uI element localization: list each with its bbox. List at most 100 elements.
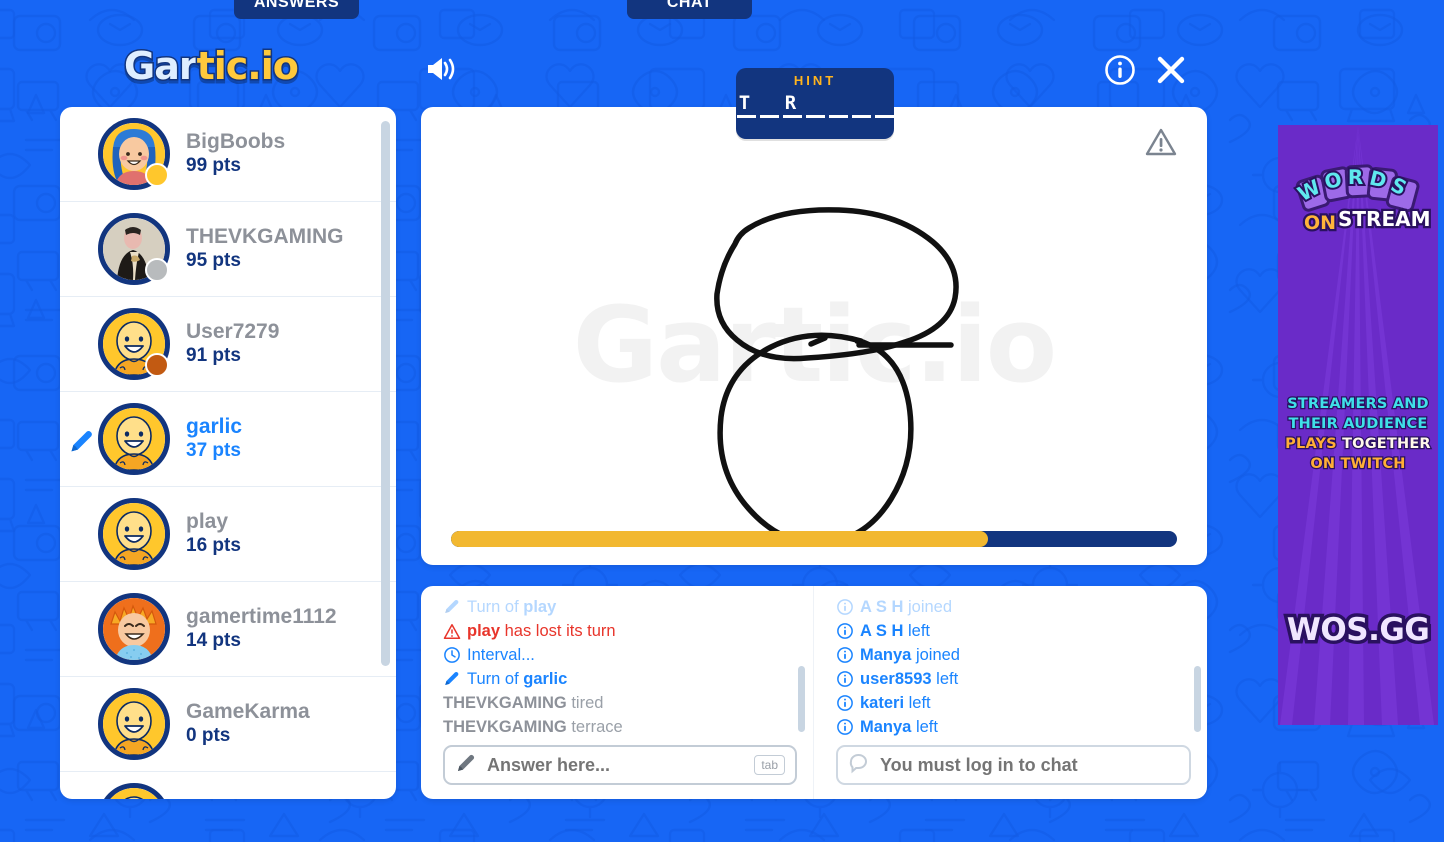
player-info: BigBoobs 99 pts [186,130,285,178]
info-icon [836,622,854,640]
player-name: User7279 [186,320,280,343]
answers-scrollbar-thumb[interactable] [798,666,805,732]
player-score: 91 pts [186,345,241,366]
tab-answers[interactable]: ANSWERS [234,0,359,19]
answer-message-text: play has lost its turn [467,622,616,640]
answer-message: Turn of garlic [443,667,797,691]
answer-message-text: THEVKGAMING tired [443,694,604,712]
answer-message-text: Interval... [467,646,535,664]
player-list-panel: BigBoobs 99 pts THEVKGAMING 95 pts User727… [60,107,396,799]
hint-slot-2 [759,92,779,118]
player-row[interactable]: gamertime1112 14 pts [60,582,396,677]
avatar [98,688,170,760]
ad-logo: WORDS ON STREAM [1278,147,1438,244]
answer-message-text: THEVKGAMING terrace [443,718,623,736]
pencil-icon [455,752,477,779]
player-list: BigBoobs 99 pts THEVKGAMING 95 pts User727… [60,107,396,799]
answers-message-list: Turn of play play has lost its turn Inte… [443,595,797,739]
player-name: THEVKGAMING [186,225,344,248]
player-info: GameKarma 0 pts [186,700,310,748]
ad-url[interactable]: WOS.GG [1278,609,1438,652]
chat-message: user8593 left [836,667,1191,691]
player-row[interactable]: GameKarma 0 pts [60,677,396,772]
logo-text-secondary: tic.io [195,43,300,90]
answer-message-text: Turn of play [467,598,557,616]
avatar [98,783,170,799]
player-name: GameKarma [186,700,310,723]
avatar [98,308,170,380]
bottom-panel: Turn of play play has lost its turn Inte… [421,586,1207,799]
chat-scrollbar-thumb[interactable] [1194,666,1201,732]
player-row-partial[interactable] [60,772,396,799]
player-name: garlic [186,415,243,438]
answer-input[interactable] [487,754,745,776]
info-icon [836,670,854,688]
player-row[interactable]: User7279 91 pts [60,297,396,392]
answer-message: Turn of play [443,595,797,619]
avatar-image [103,408,165,470]
info-circle-icon[interactable] [1104,54,1136,91]
ad-banner[interactable]: WORDS ON STREAM STREAMERS AND THEIR AUDI… [1278,125,1438,725]
pencil-icon [443,670,461,688]
chat-message: kateri left [836,691,1191,715]
player-row[interactable]: garlic 37 pts [60,392,396,487]
player-info: play 16 pts [186,510,241,558]
hint-slot-1: T [736,92,756,118]
logo-text-primary: Gar [123,43,200,90]
player-name: play [186,510,229,533]
ad-tagline-line2: THEIR AUDIENCE [1287,415,1428,434]
chat-message: A S H joined [836,595,1191,619]
avatar-image [103,693,165,755]
player-score: 37 pts [186,440,241,461]
avatar [98,498,170,570]
player-row[interactable]: THEVKGAMING 95 pts [60,202,396,297]
chat-message-list: A S H joined A S H left Manya joined use… [836,595,1191,739]
avatar-image [103,503,165,565]
avatar [98,118,170,190]
close-x-icon[interactable] [1154,54,1188,91]
drawing-canvas-panel[interactable]: Gartic.io [421,107,1207,565]
hint-slot-3: R [782,92,802,118]
avatar-image [103,598,165,660]
hint-slot-4 [805,92,825,118]
ad-logo-on: ON [1304,212,1336,234]
player-name: BigBoobs [186,130,286,153]
info-icon [836,598,854,616]
drawer-pencil-icon [68,428,96,456]
answer-message: THEVKGAMING tired [443,691,797,715]
player-score: 0 pts [186,725,231,746]
answer-message: play has lost its turn [443,619,797,643]
player-score: 99 pts [186,155,241,176]
chat-message-text: kateri left [860,694,931,712]
chat-bubble-icon [848,752,870,779]
player-info: THEVKGAMING 95 pts [186,225,344,273]
chat-message-text: Manya left [860,718,938,736]
info-icon [836,718,854,736]
player-row[interactable]: play 16 pts [60,487,396,582]
hint-box: HINT T R [736,68,894,139]
status-badge [145,163,169,187]
chat-message-text: A S H joined [860,598,953,616]
chat-input-row[interactable] [836,745,1191,785]
ad-tagline-line1: STREAMERS AND [1286,395,1430,414]
clock-icon [443,646,461,664]
ad-tagline-line4: ON TWITCH [1309,455,1407,474]
answers-panel: Turn of play play has lost its turn Inte… [421,586,814,799]
speaker-icon[interactable] [424,54,456,89]
chat-message-text: A S H left [860,622,931,640]
player-score: 16 pts [186,535,241,556]
tab-chat[interactable]: CHAT [627,0,752,19]
answer-message-text: Turn of garlic [467,670,568,688]
answer-input-row[interactable]: tab [443,745,797,785]
status-badge [145,258,169,282]
tab-key-hint: tab [754,755,785,775]
ad-tagline-line3-a: PLAYS [1284,435,1338,454]
player-scrollbar-thumb[interactable] [381,121,390,666]
player-row[interactable]: BigBoobs 99 pts [60,107,396,202]
chat-message: Manya joined [836,643,1191,667]
answer-message: THEVKGAMING terrace [443,715,797,739]
chat-panel: A S H joined A S H left Manya joined use… [814,586,1207,799]
warning-triangle-icon[interactable] [1145,127,1177,162]
ad-tagline: STREAMERS AND THEIR AUDIENCE PLAYS TOGET… [1278,394,1438,474]
gartic-logo[interactable]: Gartic.io [123,43,301,90]
